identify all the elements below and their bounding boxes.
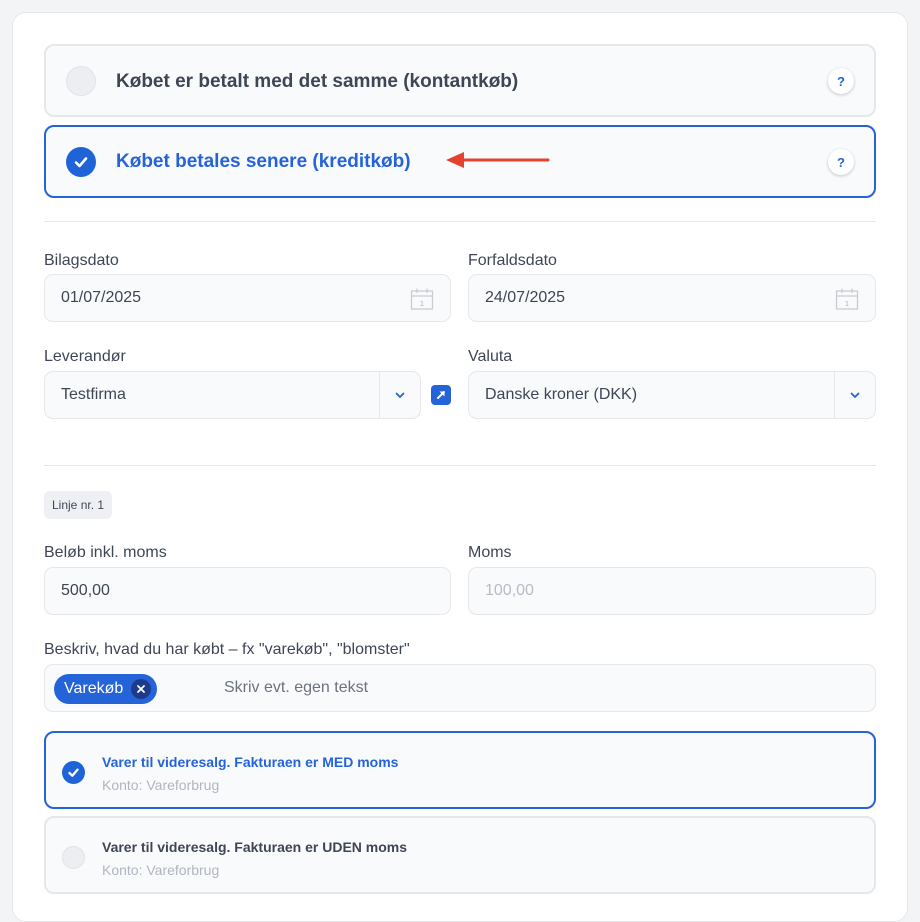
account-option-with-vat[interactable]: Varer til videresalg. Fakturaen er MED m… — [44, 731, 876, 809]
svg-text:1: 1 — [420, 300, 424, 308]
chevron-down-icon — [395, 392, 405, 398]
description-tag: Varekøb — [54, 674, 158, 704]
radio-checked-icon[interactable] — [62, 761, 85, 784]
forfaldsdato-input[interactable]: 24/07/2025 1 — [468, 274, 876, 322]
description-input[interactable]: Varekøb Skriv evt. egen tekst — [44, 664, 876, 712]
forfaldsdato-value: 24/07/2025 — [485, 289, 566, 306]
vat-label: Moms — [468, 544, 512, 561]
bilagsdato-input[interactable]: 01/07/2025 1 — [44, 274, 451, 322]
divider — [44, 221, 876, 222]
amount-value: 500,00 — [61, 582, 110, 599]
bilagsdato-value: 01/07/2025 — [61, 289, 142, 306]
divider — [44, 465, 876, 466]
leverandor-select[interactable]: Testfirma — [44, 371, 421, 419]
bilagsdato-label: Bilagsdato — [44, 252, 119, 269]
vat-input[interactable]: 100,00 — [468, 567, 876, 615]
payment-option-label: Købet betales senere (kreditkøb) — [116, 151, 411, 172]
leverandor-label: Leverandør — [44, 348, 126, 365]
forfaldsdato-label: Forfaldsdato — [468, 252, 557, 269]
description-label: Beskriv, hvad du har købt – fx "varekøb"… — [44, 641, 410, 658]
tag-label: Varekøb — [64, 680, 124, 697]
valuta-select[interactable]: Danske kroner (DKK) — [468, 371, 876, 419]
payment-option-label: Købet er betalt med det samme (kontantkø… — [116, 71, 519, 92]
leverandor-value: Testfirma — [61, 386, 126, 403]
line-number-badge: Linje nr. 1 — [44, 491, 113, 519]
help-icon[interactable]: ? — [828, 149, 854, 175]
help-icon[interactable]: ? — [828, 68, 854, 94]
payment-option-cash[interactable]: Købet er betalt med det samme (kontantkø… — [44, 44, 876, 117]
radio-checked-icon[interactable] — [66, 147, 96, 177]
remove-tag-icon[interactable] — [131, 679, 152, 699]
radio-unchecked-icon[interactable] — [62, 846, 85, 869]
account-option-without-vat[interactable]: Varer til videresalg. Fakturaen er UDEN … — [44, 816, 876, 894]
chevron-down-icon — [850, 392, 860, 398]
account-option-subtitle: Konto: Vareforbrug — [102, 777, 220, 793]
account-option-title: Varer til videresalg. Fakturaen er UDEN … — [102, 839, 408, 855]
account-option-title: Varer til videresalg. Fakturaen er MED m… — [102, 754, 399, 770]
svg-text:1: 1 — [845, 300, 849, 308]
vat-value: 100,00 — [485, 582, 534, 599]
open-external-icon[interactable] — [431, 385, 451, 405]
valuta-label: Valuta — [468, 348, 513, 365]
description-placeholder: Skriv evt. egen tekst — [224, 679, 369, 696]
valuta-value: Danske kroner (DKK) — [485, 386, 638, 403]
radio-unchecked-icon[interactable] — [66, 66, 96, 96]
account-option-subtitle: Konto: Vareforbrug — [102, 862, 220, 878]
valuta-dropdown-button[interactable] — [834, 372, 875, 418]
amount-label: Beløb inkl. moms — [44, 544, 167, 561]
leverandor-dropdown-button[interactable] — [379, 372, 420, 418]
calendar-icon[interactable]: 1 — [410, 287, 434, 311]
calendar-icon[interactable]: 1 — [835, 287, 859, 311]
annotation-arrow-icon — [446, 152, 550, 168]
amount-input[interactable]: 500,00 — [44, 567, 451, 615]
